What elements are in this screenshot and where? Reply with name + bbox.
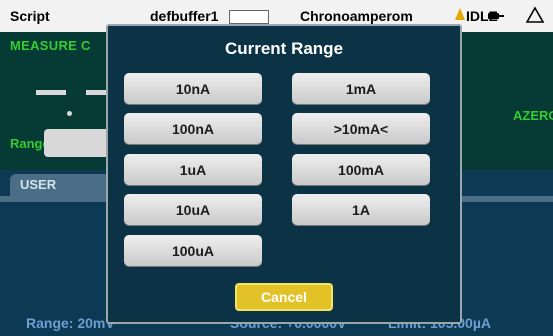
reading-dash: [36, 90, 66, 95]
range-option-100na[interactable]: 100nA: [124, 113, 262, 144]
decimal-point: [67, 111, 72, 116]
range-option-10ua[interactable]: 10uA: [124, 194, 262, 225]
azero-label[interactable]: AZERO: [513, 108, 553, 123]
range-option-1ua[interactable]: 1uA: [124, 154, 262, 185]
user-tab-label: USER: [20, 177, 57, 192]
range-option-10ma[interactable]: >10mA<: [292, 113, 430, 144]
range-readout[interactable]: Range: 20mV: [26, 315, 115, 331]
range-option-1ma[interactable]: 1mA: [292, 73, 430, 104]
range-option-1a[interactable]: 1A: [292, 194, 430, 225]
range-option-100ma[interactable]: 100mA: [292, 154, 430, 185]
range-option-100ua[interactable]: 100uA: [124, 235, 262, 266]
buffer-name[interactable]: defbuffer1: [150, 8, 218, 24]
cancel-button[interactable]: Cancel: [235, 283, 333, 311]
trigger-icon: [455, 8, 465, 20]
current-range-dialog: Current Range 10nA 1mA 100nA >10mA< 1uA …: [106, 24, 462, 324]
script-menu[interactable]: Script: [10, 8, 50, 24]
buffer-indicator: [229, 10, 269, 24]
range-option-10na[interactable]: 10nA: [124, 73, 262, 104]
warning-icon[interactable]: [526, 6, 544, 24]
range-button[interactable]: [44, 129, 114, 157]
plug-icon: [488, 13, 504, 19]
reading-dash: [86, 90, 106, 95]
dialog-title: Current Range: [224, 39, 344, 58]
function-name[interactable]: Chronoamperom: [300, 8, 413, 24]
measure-label: MEASURE C: [10, 38, 91, 53]
user-tab[interactable]: USER: [10, 174, 110, 196]
